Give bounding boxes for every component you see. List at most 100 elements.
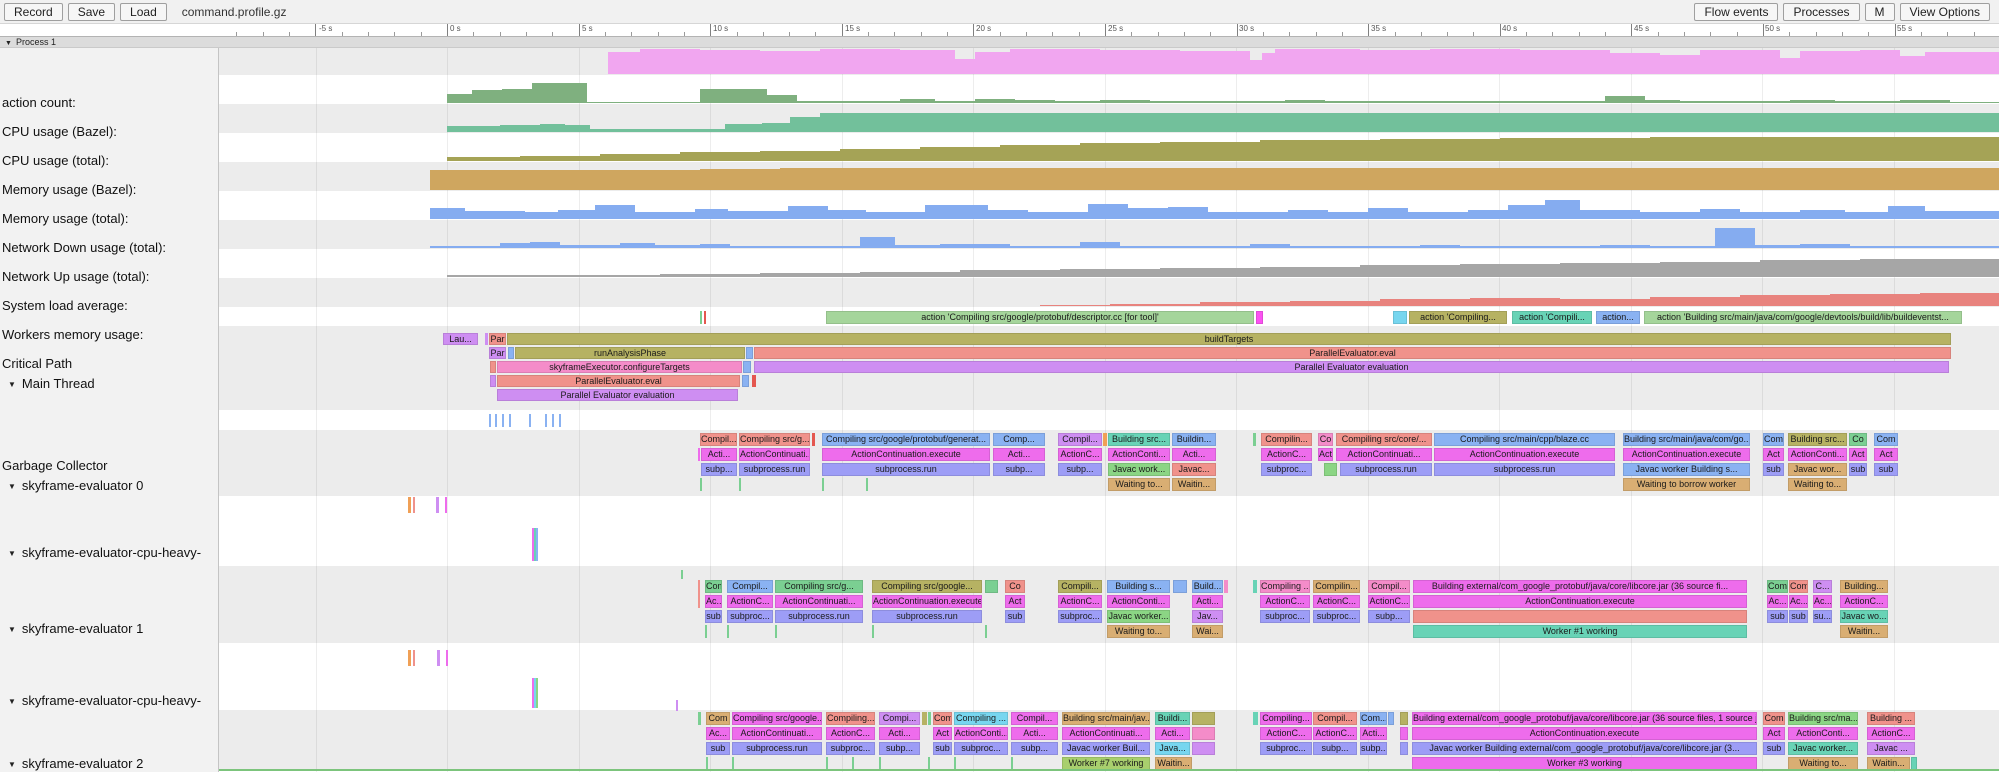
trace-slice[interactable]: action... bbox=[1596, 311, 1640, 324]
trace-slice[interactable]: sub bbox=[1789, 610, 1808, 623]
trace-slice[interactable]: Javac... bbox=[1172, 463, 1216, 476]
trace-slice[interactable]: Compil... bbox=[1313, 712, 1357, 725]
trace-slice[interactable]: Act bbox=[1318, 448, 1333, 461]
collapse-arrow-icon[interactable]: ▼ bbox=[8, 482, 16, 491]
trace-slice[interactable]: ActionContinuati... bbox=[775, 595, 863, 608]
trace-slice[interactable] bbox=[408, 650, 411, 666]
trace-slice[interactable] bbox=[705, 625, 707, 638]
trace-slice[interactable]: Compiling ... bbox=[1260, 580, 1310, 593]
trace-slice[interactable]: ActionContinuation.execute bbox=[822, 448, 990, 461]
trace-slice[interactable]: subprocess.run bbox=[732, 742, 822, 755]
trace-slice[interactable]: Acti... bbox=[1360, 727, 1387, 740]
trace-slice[interactable]: Compiling... bbox=[1260, 712, 1312, 725]
trace-slice[interactable]: subproc... bbox=[727, 610, 773, 623]
trace-slice[interactable]: Waiting to... bbox=[1788, 478, 1847, 491]
trace-slice[interactable]: Building external/com_google_protobuf/ja… bbox=[1413, 580, 1747, 593]
trace-slice[interactable]: subprocess.run bbox=[1434, 463, 1615, 476]
trace-slice[interactable] bbox=[408, 497, 411, 513]
trace-slice[interactable]: Co bbox=[1849, 433, 1867, 446]
trace-slice[interactable] bbox=[1388, 712, 1394, 725]
trace-slice[interactable]: Building... bbox=[1840, 580, 1888, 593]
trace-slice[interactable]: Acti... bbox=[1155, 727, 1190, 740]
trace-slice[interactable]: sub bbox=[933, 742, 952, 755]
trace-slice[interactable]: subprocess.run bbox=[739, 463, 810, 476]
trace-slice[interactable]: Com bbox=[705, 580, 722, 593]
trace-slice[interactable]: ActionC... bbox=[1867, 727, 1915, 740]
trace-slice[interactable]: action 'Building src/main/java/com/googl… bbox=[1644, 311, 1962, 324]
trace-slice[interactable] bbox=[559, 414, 561, 427]
metadata-button[interactable]: M bbox=[1865, 3, 1895, 21]
trace-slice[interactable]: Acti... bbox=[1172, 448, 1216, 461]
trace-slice[interactable] bbox=[700, 311, 702, 324]
trace-slice[interactable]: subprocess.run bbox=[775, 610, 863, 623]
trace-slice[interactable]: skyframeExecutor.configureTargets bbox=[497, 361, 742, 373]
trace-slice[interactable]: Acti... bbox=[1192, 595, 1223, 608]
trace-slice[interactable] bbox=[985, 625, 987, 638]
trace-slice[interactable]: ActionConti... bbox=[1107, 595, 1170, 608]
trace-slice[interactable]: ActionC... bbox=[1313, 595, 1360, 608]
trace-slice[interactable] bbox=[739, 478, 741, 491]
trace-slice[interactable]: Ac... bbox=[1767, 595, 1788, 608]
trace-slice[interactable] bbox=[822, 478, 824, 491]
trace-slice[interactable]: Act bbox=[1763, 448, 1784, 461]
trace-slice[interactable]: Acti... bbox=[993, 448, 1045, 461]
trace-slice[interactable] bbox=[1192, 742, 1215, 755]
trace-slice[interactable]: buildTargets bbox=[507, 333, 1951, 345]
trace-slice[interactable] bbox=[746, 347, 753, 359]
collapse-arrow-icon[interactable]: ▼ bbox=[8, 625, 16, 634]
trace-slice[interactable]: subproc... bbox=[826, 742, 875, 755]
trace-slice[interactable]: action 'Compili... bbox=[1512, 311, 1592, 324]
trace-slice[interactable] bbox=[1413, 610, 1747, 623]
trace-slice[interactable]: Compiling src/g... bbox=[739, 433, 810, 446]
trace-slice[interactable]: action 'Compiling src/google/protobuf/de… bbox=[826, 311, 1254, 324]
trace-slice[interactable] bbox=[1400, 742, 1408, 755]
trace-slice[interactable]: subp... bbox=[879, 742, 920, 755]
trace-slice[interactable] bbox=[866, 478, 868, 491]
trace-slice[interactable]: Lau... bbox=[443, 333, 478, 345]
trace-slice[interactable]: Comp... bbox=[993, 433, 1045, 446]
trace-slice[interactable]: ActionC... bbox=[826, 727, 875, 740]
trace-slice[interactable] bbox=[1192, 727, 1215, 740]
track-group-label[interactable]: ▼skyframe-evaluator-cpu-heavy- bbox=[2, 545, 201, 560]
trace-slice[interactable] bbox=[698, 580, 700, 608]
trace-slice[interactable]: C... bbox=[1813, 580, 1832, 593]
trace-slice[interactable]: sub bbox=[1767, 610, 1788, 623]
record-button[interactable]: Record bbox=[4, 3, 63, 21]
trace-slice[interactable] bbox=[1224, 580, 1228, 593]
trace-slice[interactable]: Compiling src/main/cpp/blaze.cc bbox=[1434, 433, 1615, 446]
trace-slice[interactable]: Compi... bbox=[879, 712, 920, 725]
trace-slice[interactable]: Compiling... bbox=[826, 712, 875, 725]
trace-slice[interactable] bbox=[752, 375, 756, 387]
trace-slice[interactable]: Act bbox=[1763, 727, 1785, 740]
save-button[interactable]: Save bbox=[68, 3, 115, 21]
trace-slice[interactable]: ActionContinuation.execute bbox=[1412, 727, 1757, 740]
trace-slice[interactable] bbox=[1324, 463, 1337, 476]
trace-slice[interactable] bbox=[1253, 580, 1257, 593]
trace-slice[interactable]: subproc... bbox=[1058, 610, 1102, 623]
trace-slice[interactable]: Act bbox=[1005, 595, 1025, 608]
trace-slice[interactable]: sub bbox=[1005, 610, 1025, 623]
trace-slice[interactable]: ActionContinuation.execute bbox=[872, 595, 982, 608]
trace-slice[interactable]: ActionContinuation.execute bbox=[1434, 448, 1615, 461]
trace-slice[interactable] bbox=[1400, 712, 1408, 725]
trace-slice[interactable]: ActionContinuati... bbox=[739, 448, 810, 461]
trace-slice[interactable] bbox=[529, 414, 531, 427]
trace-slice[interactable]: subp... bbox=[1313, 742, 1357, 755]
trace-slice[interactable]: Com bbox=[933, 712, 952, 725]
trace-slice[interactable] bbox=[485, 333, 488, 345]
trace-slice[interactable]: Building src/ma... bbox=[1788, 712, 1858, 725]
trace-slice[interactable]: ActionC... bbox=[1260, 727, 1312, 740]
trace-slice[interactable]: ActionC... bbox=[1840, 595, 1888, 608]
trace-slice[interactable]: Javac worker... bbox=[1788, 742, 1858, 755]
trace-slice[interactable]: ActionC... bbox=[1058, 448, 1102, 461]
trace-slice[interactable]: Act bbox=[1874, 448, 1898, 461]
trace-slice[interactable] bbox=[698, 712, 701, 725]
trace-slice[interactable]: ActionConti... bbox=[1788, 448, 1847, 461]
trace-slice[interactable]: Building src... bbox=[1788, 433, 1847, 446]
trace-slice[interactable]: Compiling src/google... bbox=[732, 712, 822, 725]
trace-slice[interactable]: Waitin... bbox=[1840, 625, 1888, 638]
trace-slice[interactable]: Ac... bbox=[706, 727, 730, 740]
trace-slice[interactable] bbox=[681, 570, 683, 579]
trace-slice[interactable]: sub bbox=[1874, 463, 1898, 476]
time-ruler[interactable]: -5 s0 s5 s10 s15 s20 s25 s30 s35 s40 s45… bbox=[0, 24, 1999, 36]
